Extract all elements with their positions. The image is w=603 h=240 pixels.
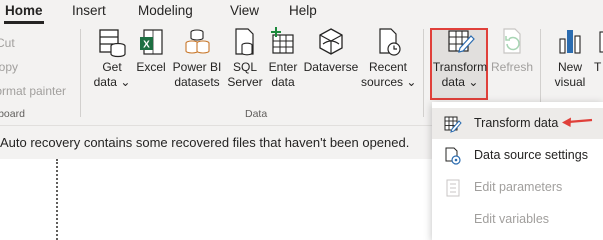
recent-sources-label-2: sources [361, 75, 404, 89]
table-add-icon [266, 26, 300, 58]
annotation-arrow-icon [562, 117, 593, 127]
text-box-label-partial: T [594, 60, 602, 74]
get-data-label-1: Get [102, 60, 122, 74]
format-painter-button[interactable]: Format painter [0, 84, 66, 98]
sql-server-icon [226, 26, 264, 58]
menu-item-label: Transform data [474, 116, 559, 130]
get-data-label-2: data [93, 75, 117, 89]
edit-parameters-icon [444, 179, 462, 197]
transform-data-label-1: Transform [432, 60, 488, 74]
enter-data-label-1: Enter [268, 60, 298, 74]
sql-server-button[interactable]: SQL Server [226, 26, 264, 90]
dataverse-button[interactable]: Dataverse [303, 26, 359, 75]
new-visual-button[interactable]: New visual [548, 26, 592, 90]
menu-item-edit-parameters[interactable]: Edit parameters [432, 172, 603, 203]
database-icon [92, 26, 132, 58]
get-data-button[interactable]: Get data ⌄ [92, 26, 132, 90]
data-source-settings-icon [444, 147, 462, 165]
refresh-button[interactable]: Refresh [490, 26, 534, 75]
tab-help[interactable]: Help [289, 3, 317, 18]
datasets-icon [172, 26, 222, 58]
new-visual-label-1: New [557, 60, 582, 74]
menu-item-label: Edit variables [474, 212, 550, 226]
menu-item-edit-variables[interactable]: Edit variables [432, 204, 603, 235]
svg-text:X: X [143, 40, 150, 51]
new-visual-icon [548, 26, 592, 58]
recent-sources-label-1: Recent [368, 60, 408, 74]
transform-data-button[interactable]: Transform data ⌄ [432, 26, 488, 90]
excel-icon: X [134, 26, 168, 58]
chevron-down-icon: ⌄ [464, 75, 479, 89]
dataverse-label: Dataverse [303, 60, 359, 74]
transform-data-icon [432, 26, 488, 58]
recent-sources-button[interactable]: Recent sources ⌄ [361, 26, 417, 90]
text-box-icon [594, 26, 603, 58]
power-bi-datasets-button[interactable]: Power BI datasets [172, 26, 222, 90]
auto-recovery-message: Auto recovery contains some recovered fi… [0, 135, 410, 150]
canvas-boundary [56, 159, 58, 240]
new-visual-label-2: visual [554, 75, 586, 89]
chevron-down-icon: ⌄ [116, 75, 131, 89]
power-bi-datasets-label-2: datasets [174, 75, 220, 89]
excel-label: Excel [136, 60, 166, 74]
copy-button[interactable]: Copy [0, 60, 18, 74]
dataverse-icon [303, 26, 359, 58]
sql-server-label-2: Server [227, 75, 263, 89]
clipboard-group-label: Clipboard [0, 108, 25, 120]
ribbon-tabs: Home Insert Modeling View Help [0, 0, 603, 24]
text-box-button-partial[interactable]: T [594, 26, 603, 75]
group-divider [423, 29, 424, 117]
cut-button[interactable]: Cut [0, 36, 15, 50]
menu-item-label: Edit parameters [474, 180, 563, 194]
enter-data-label-2: data [271, 75, 295, 89]
tab-home[interactable]: Home [5, 3, 43, 18]
menu-item-label: Data source settings [474, 148, 588, 162]
tab-modeling[interactable]: Modeling [138, 3, 193, 18]
power-bi-datasets-label-1: Power BI [172, 60, 222, 74]
transform-data-label-2: data [441, 75, 465, 89]
sql-server-label-1: SQL [232, 60, 257, 74]
group-divider [80, 29, 81, 117]
excel-button[interactable]: X Excel [134, 26, 168, 75]
transform-data-icon [444, 115, 462, 133]
tab-insert[interactable]: Insert [72, 3, 106, 18]
menu-item-data-source-settings[interactable]: Data source settings [432, 140, 603, 171]
tab-view[interactable]: View [230, 3, 259, 18]
refresh-icon [490, 26, 534, 58]
data-group-label: Data [245, 108, 268, 120]
recent-sources-icon [361, 26, 415, 58]
enter-data-button[interactable]: Enter data [266, 26, 300, 90]
refresh-label: Refresh [490, 60, 534, 74]
chevron-down-icon: ⌄ [403, 75, 417, 89]
